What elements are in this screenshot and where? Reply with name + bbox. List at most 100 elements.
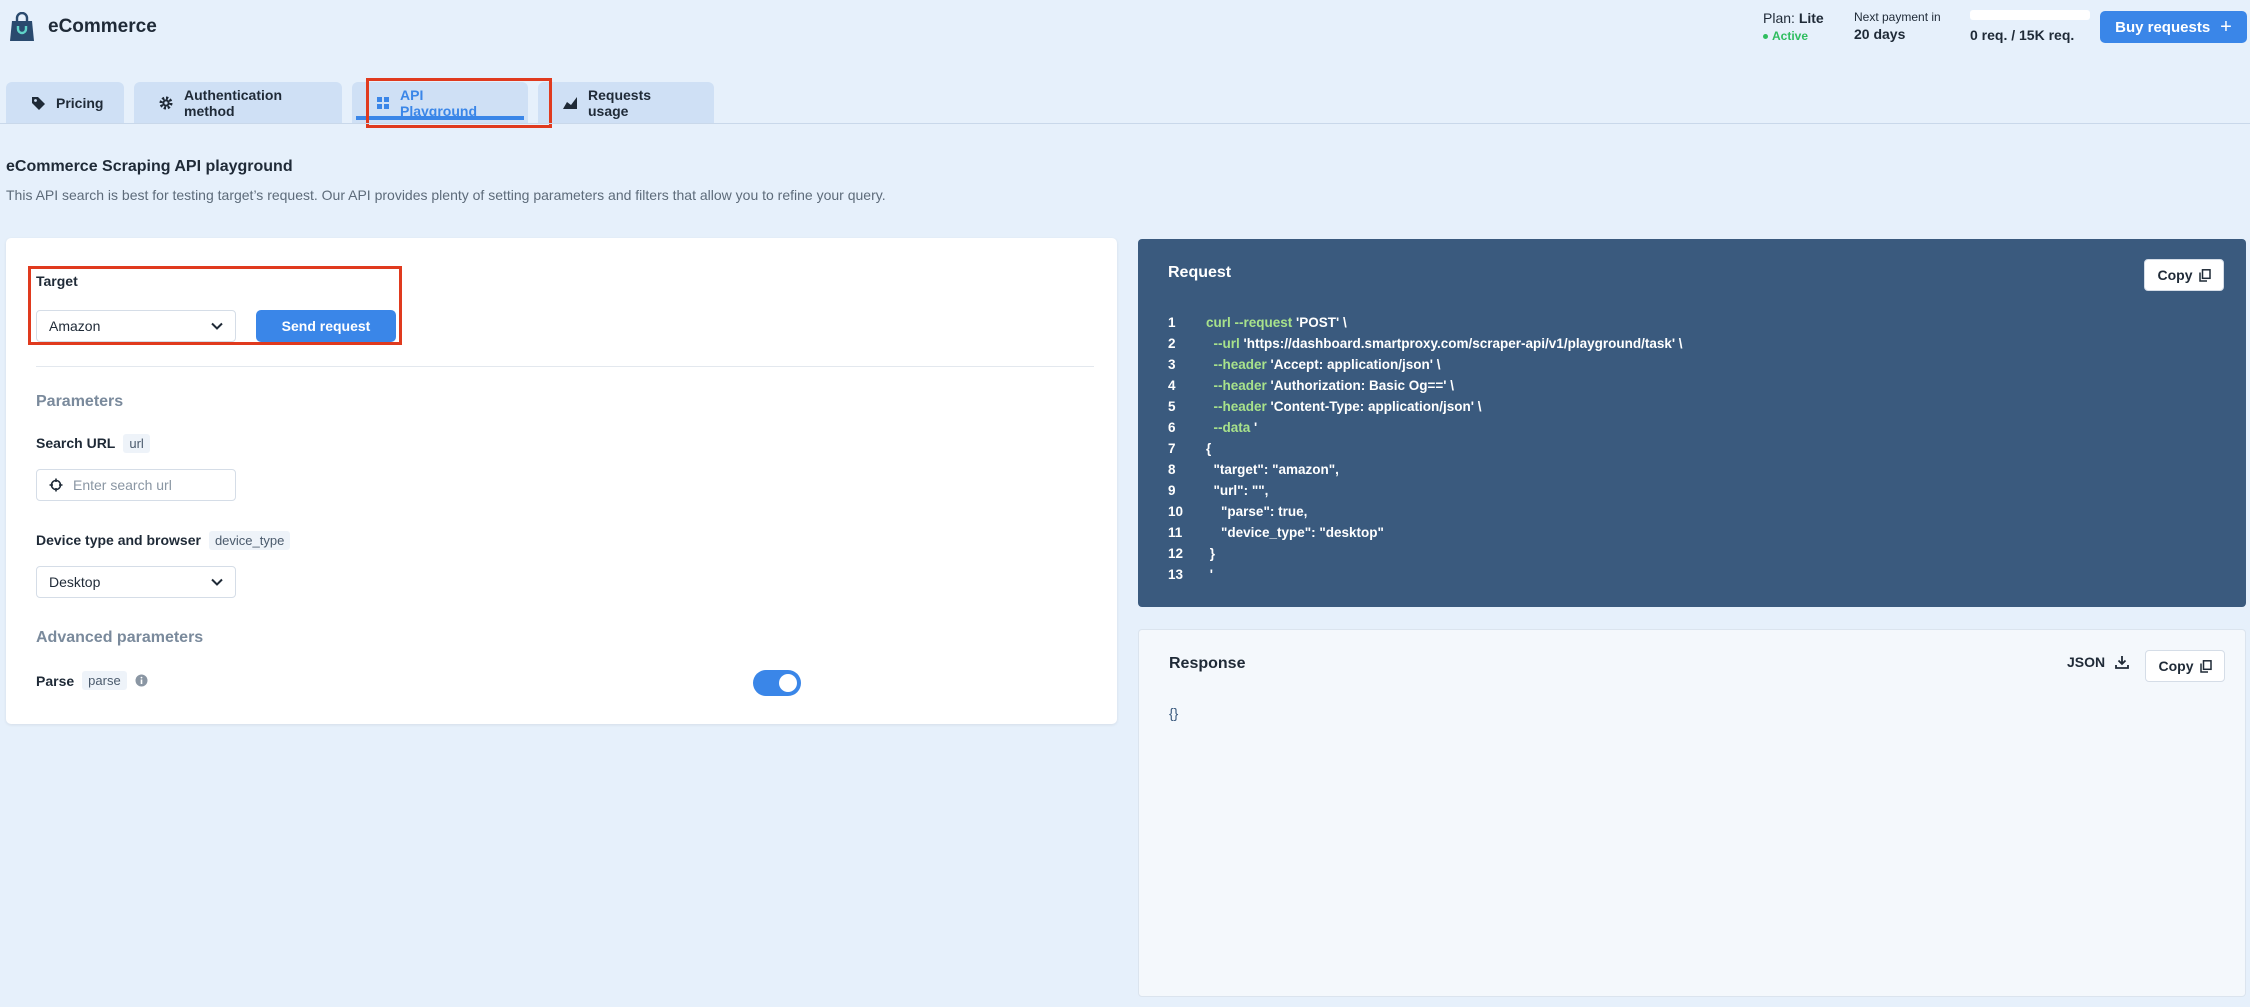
- search-url-field[interactable]: [36, 469, 236, 501]
- code-text: 'POST' \: [1292, 315, 1347, 330]
- code-line: 11 "device_type": "desktop": [1168, 522, 1683, 543]
- plus-icon: +: [2220, 16, 2232, 38]
- code-text: "device_type": "desktop": [1221, 525, 1384, 540]
- form-divider: [36, 366, 1094, 367]
- tab-authentication-method[interactable]: Authentication method: [134, 82, 342, 124]
- device-type-label-text: Device type and browser: [36, 532, 201, 548]
- copy-request-label: Copy: [2157, 267, 2193, 283]
- tag-icon: [32, 97, 45, 110]
- code-line: 13 ': [1168, 564, 1683, 585]
- chevron-down-icon: [211, 322, 223, 330]
- parameters-heading: Parameters: [36, 393, 124, 410]
- code-line: 5 --header 'Content-Type: application/js…: [1168, 396, 1683, 417]
- shopping-bag-icon: [10, 12, 34, 41]
- request-title: Request: [1168, 264, 1232, 281]
- page-description: This API search is best for testing targ…: [6, 187, 886, 203]
- code-text: 'https://dashboard.smartproxy.com/scrape…: [1239, 336, 1683, 351]
- send-request-button[interactable]: Send request: [256, 310, 396, 342]
- copy-request-button[interactable]: Copy: [2144, 259, 2224, 291]
- request-code-block[interactable]: 1 curl --request 'POST' \ 2 --url 'https:/…: [1168, 312, 1683, 585]
- advanced-parameters-heading: Advanced parameters: [36, 629, 204, 646]
- code-keyword: --header: [1213, 399, 1267, 414]
- code-text: 'Content-Type: application/json' \: [1266, 399, 1482, 414]
- tab-bar: Pricing Authentication method API Playgr…: [6, 82, 714, 124]
- parse-label-text: Parse: [36, 672, 75, 689]
- response-body[interactable]: {}: [1169, 705, 1178, 721]
- download-icon: [2115, 656, 2130, 669]
- toggle-knob: [779, 674, 797, 692]
- tab-requests-usage[interactable]: Requests usage: [538, 82, 714, 124]
- gear-icon: [159, 96, 173, 110]
- next-payment-label: Next payment in: [1854, 10, 1941, 24]
- response-panel: Response JSON Copy {}: [1138, 629, 2246, 997]
- device-type-select-value: Desktop: [49, 574, 101, 590]
- json-download-button[interactable]: JSON: [2067, 654, 2130, 670]
- code-line: 9 "url": "",: [1168, 480, 1683, 501]
- code-line-number: 8: [1168, 462, 1176, 477]
- chevron-down-icon: [211, 578, 223, 586]
- code-line: 4 --header 'Authorization: Basic Og==' \: [1168, 375, 1683, 396]
- crosshair-icon: [49, 478, 63, 492]
- code-keyword: curl --request: [1206, 315, 1293, 330]
- tab-api-playground[interactable]: API Playground: [352, 82, 528, 124]
- code-line: 6 --data ': [1168, 417, 1683, 438]
- parse-toggle[interactable]: [753, 670, 801, 696]
- code-line-number: 3: [1168, 357, 1176, 372]
- code-keyword: --header: [1213, 378, 1267, 393]
- code-line: 7{: [1168, 438, 1683, 459]
- search-url-input[interactable]: [73, 477, 223, 493]
- app-title: eCommerce: [48, 16, 157, 37]
- code-line: 8 "target": "amazon",: [1168, 459, 1683, 480]
- buy-requests-button[interactable]: Buy requests +: [2100, 11, 2247, 43]
- copy-icon: [2198, 268, 2211, 282]
- device-type-select[interactable]: Desktop: [36, 566, 236, 598]
- code-line-number: 9: [1168, 483, 1176, 498]
- code-text: "url": "",: [1213, 483, 1269, 498]
- code-line-number: 11: [1168, 525, 1183, 540]
- copy-response-button[interactable]: Copy: [2145, 650, 2225, 682]
- code-line-number: 4: [1168, 378, 1176, 393]
- code-line: 12 }: [1168, 543, 1683, 564]
- code-line: 10 "parse": true,: [1168, 501, 1683, 522]
- tabs-divider: [0, 123, 2250, 124]
- code-line: 1 curl --request 'POST' \: [1168, 312, 1683, 333]
- parse-label: Parse parse: [36, 671, 148, 690]
- code-line-number: 5: [1168, 399, 1176, 414]
- info-icon[interactable]: [135, 674, 148, 687]
- search-url-label-text: Search URL: [36, 435, 116, 451]
- status-text: Active: [1772, 29, 1809, 43]
- target-label: Target: [36, 273, 78, 289]
- code-line-number: 12: [1168, 546, 1184, 561]
- request-panel: Request Copy 1 curl --request 'POST' \ 2 -…: [1138, 239, 2246, 607]
- code-line-number: 7: [1168, 441, 1176, 456]
- tab-pricing[interactable]: Pricing: [6, 82, 124, 124]
- usage-progress-bar: [1970, 10, 2090, 20]
- code-text: ': [1250, 420, 1258, 435]
- target-select[interactable]: Amazon: [36, 310, 236, 342]
- code-line-number: 6: [1168, 420, 1176, 435]
- code-line-number: 13: [1168, 567, 1184, 582]
- plan-value: Lite: [1798, 10, 1824, 26]
- usage-meter: 0 req. / 15K req.: [1970, 10, 2092, 43]
- plan-info: Plan: Lite Active: [1763, 10, 1824, 43]
- search-url-param-tag: url: [123, 434, 150, 453]
- code-text: "parse": true,: [1221, 504, 1308, 519]
- code-text: "target": "amazon",: [1213, 462, 1339, 477]
- code-keyword: --data: [1213, 420, 1251, 435]
- brand[interactable]: eCommerce: [8, 12, 157, 42]
- tab-api-playground-label: API Playground: [400, 87, 478, 119]
- code-text: 'Authorization: Basic Og==' \: [1266, 378, 1454, 393]
- page-title: eCommerce Scraping API playground: [6, 158, 293, 175]
- device-type-label: Device type and browser device_type: [36, 531, 291, 550]
- copy-response-label: Copy: [2158, 658, 2194, 674]
- tab-pricing-label: Pricing: [56, 95, 104, 111]
- code-line-number: 2: [1168, 336, 1176, 351]
- code-line-number: 10: [1168, 504, 1184, 519]
- code-text: 'Accept: application/json' \: [1266, 357, 1441, 372]
